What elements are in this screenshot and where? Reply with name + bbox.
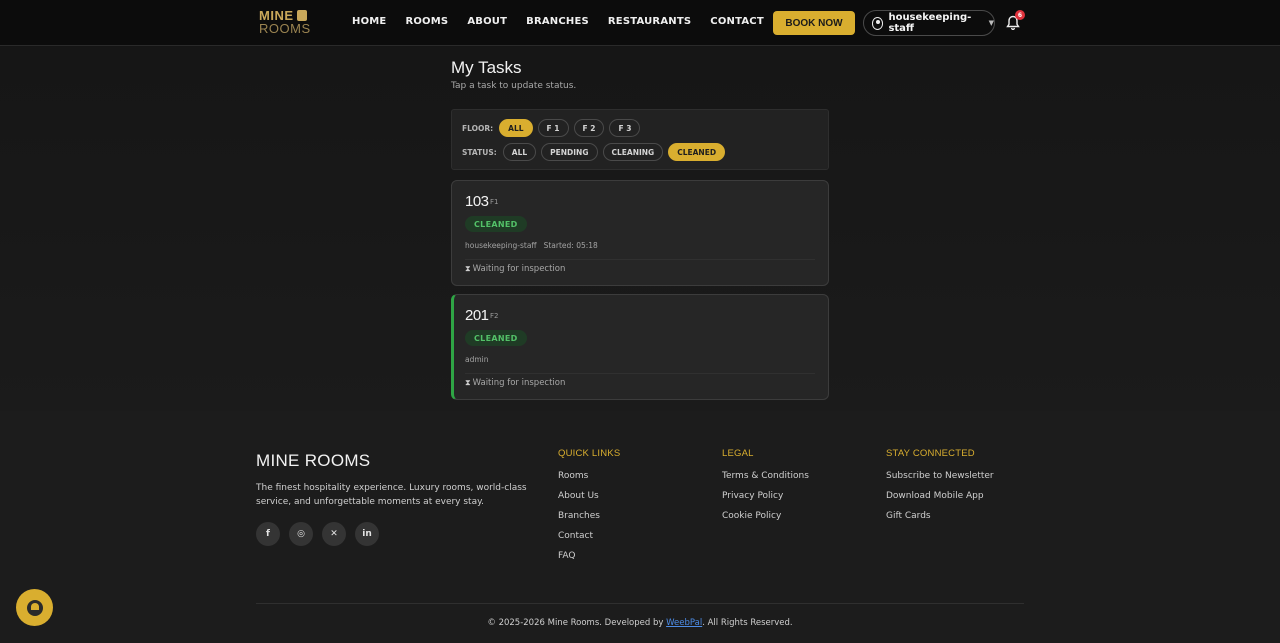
hourglass-icon: ⧗ xyxy=(465,264,471,273)
filter-panel: FLOOR: ALL F 1 F 2 F 3 STATUS: ALL PENDI… xyxy=(451,109,829,170)
task-meta: admin xyxy=(465,355,489,364)
status-chip-all[interactable]: ALL xyxy=(502,143,537,161)
user-menu-button[interactable]: housekeeping-staff ▼ xyxy=(863,10,995,36)
copyright-prefix: © 2025-2026 Mine Rooms. Developed by xyxy=(487,618,667,628)
room-floor: F1 xyxy=(490,198,499,206)
floor-filter-row: FLOOR: ALL F 1 F 2 F 3 xyxy=(462,119,641,137)
task-assignee: admin xyxy=(465,355,489,364)
footer-divider xyxy=(256,603,1024,604)
task-card[interactable]: 201 F2 CLEANED admin ⧗ Waiting for inspec… xyxy=(451,294,829,400)
status-badge: CLEANED xyxy=(465,216,527,232)
key-icon xyxy=(297,10,307,21)
user-circle-icon xyxy=(872,16,884,30)
footer-link-mobile-app[interactable]: Download Mobile App xyxy=(886,491,994,501)
floor-chip-f3[interactable]: F 3 xyxy=(609,119,641,137)
nav-about[interactable]: ABOUT xyxy=(467,16,507,27)
top-navbar: MINE ROOMS HOME ROOMS ABOUT BRANCHES RES… xyxy=(0,0,1280,46)
floor-chip-f2[interactable]: F 2 xyxy=(573,119,605,137)
card-divider xyxy=(465,259,815,260)
footer-link-terms[interactable]: Terms & Conditions xyxy=(722,471,809,481)
instagram-icon[interactable]: ◎ xyxy=(289,522,313,546)
page-subtitle: Tap a task to update status. xyxy=(451,81,577,91)
status-chip-cleaning[interactable]: CLEANING xyxy=(602,143,664,161)
page-title: My Tasks xyxy=(451,58,522,77)
user-name: housekeeping-staff xyxy=(888,12,972,34)
nav-branches[interactable]: BRANCHES xyxy=(526,16,589,27)
main-content: My Tasks Tap a task to update status. FL… xyxy=(0,47,1280,411)
floor-filter-label: FLOOR: xyxy=(462,123,494,133)
notification-badge: 6 xyxy=(1015,10,1025,20)
footer-brand: MINE ROOMS xyxy=(256,451,371,470)
status-badge: CLEANED xyxy=(465,330,527,346)
floor-chip-all[interactable]: ALL xyxy=(499,119,533,137)
nav-home[interactable]: HOME xyxy=(352,16,386,27)
task-note: ⧗ Waiting for inspection xyxy=(465,378,565,388)
copyright-suffix: . All Rights Reserved. xyxy=(702,618,793,628)
chevron-down-icon: ▼ xyxy=(988,19,994,27)
linkedin-icon[interactable]: in xyxy=(355,522,379,546)
book-now-button[interactable]: BOOK NOW xyxy=(773,11,855,35)
card-divider xyxy=(465,373,815,374)
task-note: ⧗ Waiting for inspection xyxy=(465,264,565,274)
floor-chip-f1[interactable]: F 1 xyxy=(537,119,569,137)
task-assignee: housekeeping-staff xyxy=(465,241,537,250)
footer-link-cookie[interactable]: Cookie Policy xyxy=(722,511,809,521)
footer-link-newsletter[interactable]: Subscribe to Newsletter xyxy=(886,471,994,481)
task-note-text: Waiting for inspection xyxy=(472,378,566,388)
task-started: Started: 05:18 xyxy=(543,241,598,250)
task-note-text: Waiting for inspection xyxy=(472,264,566,274)
footer-link-about[interactable]: About Us xyxy=(558,491,620,501)
footer-link-branches[interactable]: Branches xyxy=(558,511,620,521)
legal-title: LEGAL xyxy=(722,448,754,459)
nav-rooms[interactable]: ROOMS xyxy=(405,16,448,27)
brand-logo[interactable]: MINE ROOMS xyxy=(259,9,315,39)
status-filter-row: STATUS: ALL PENDING CLEANING CLEANED xyxy=(462,143,726,161)
staff-avatar-button[interactable] xyxy=(16,589,53,626)
footer-link-gift-cards[interactable]: Gift Cards xyxy=(886,511,994,521)
quick-links-title: QUICK LINKS xyxy=(558,448,621,459)
footer-link-rooms[interactable]: Rooms xyxy=(558,471,620,481)
stay-connected-title: STAY CONNECTED xyxy=(886,448,975,459)
footer-link-contact[interactable]: Contact xyxy=(558,531,620,541)
developer-link[interactable]: WeebPal xyxy=(666,618,702,628)
room-number: 201 xyxy=(465,307,489,324)
social-links: f ◎ ✕ in xyxy=(256,522,379,546)
room-number: 103 xyxy=(465,193,489,210)
main-menu: HOME ROOMS ABOUT BRANCHES RESTAURANTS CO… xyxy=(352,16,783,27)
footer-link-privacy[interactable]: Privacy Policy xyxy=(722,491,809,501)
facebook-icon[interactable]: f xyxy=(256,522,280,546)
room-floor: F2 xyxy=(490,312,499,320)
status-chip-pending[interactable]: PENDING xyxy=(541,143,598,161)
nav-contact[interactable]: CONTACT xyxy=(710,16,764,27)
footer-legal: LEGAL Terms & Conditions Privacy Policy … xyxy=(722,448,809,531)
avatar-icon xyxy=(26,599,43,616)
nav-restaurants[interactable]: RESTAURANTS xyxy=(608,16,691,27)
copyright: © 2025-2026 Mine Rooms. Developed by Wee… xyxy=(0,618,1280,628)
task-meta: housekeeping-staff Started: 05:18 xyxy=(465,241,598,250)
hourglass-icon: ⧗ xyxy=(465,378,471,387)
x-twitter-icon[interactable]: ✕ xyxy=(322,522,346,546)
brand-logo-line2: ROOMS xyxy=(259,21,311,36)
footer-stay-connected: STAY CONNECTED Subscribe to Newsletter D… xyxy=(886,448,994,531)
status-chip-cleaned[interactable]: CLEANED xyxy=(668,143,726,161)
task-card[interactable]: 103 F1 CLEANED housekeeping-staff Started… xyxy=(451,180,829,286)
status-filter-label: STATUS: xyxy=(462,147,497,157)
footer: MINE ROOMS The finest hospitality experi… xyxy=(0,411,1280,643)
footer-quick-links: QUICK LINKS Rooms About Us Branches Cont… xyxy=(558,448,620,571)
footer-description: The finest hospitality experience. Luxur… xyxy=(256,483,527,507)
footer-link-faq[interactable]: FAQ xyxy=(558,551,620,561)
